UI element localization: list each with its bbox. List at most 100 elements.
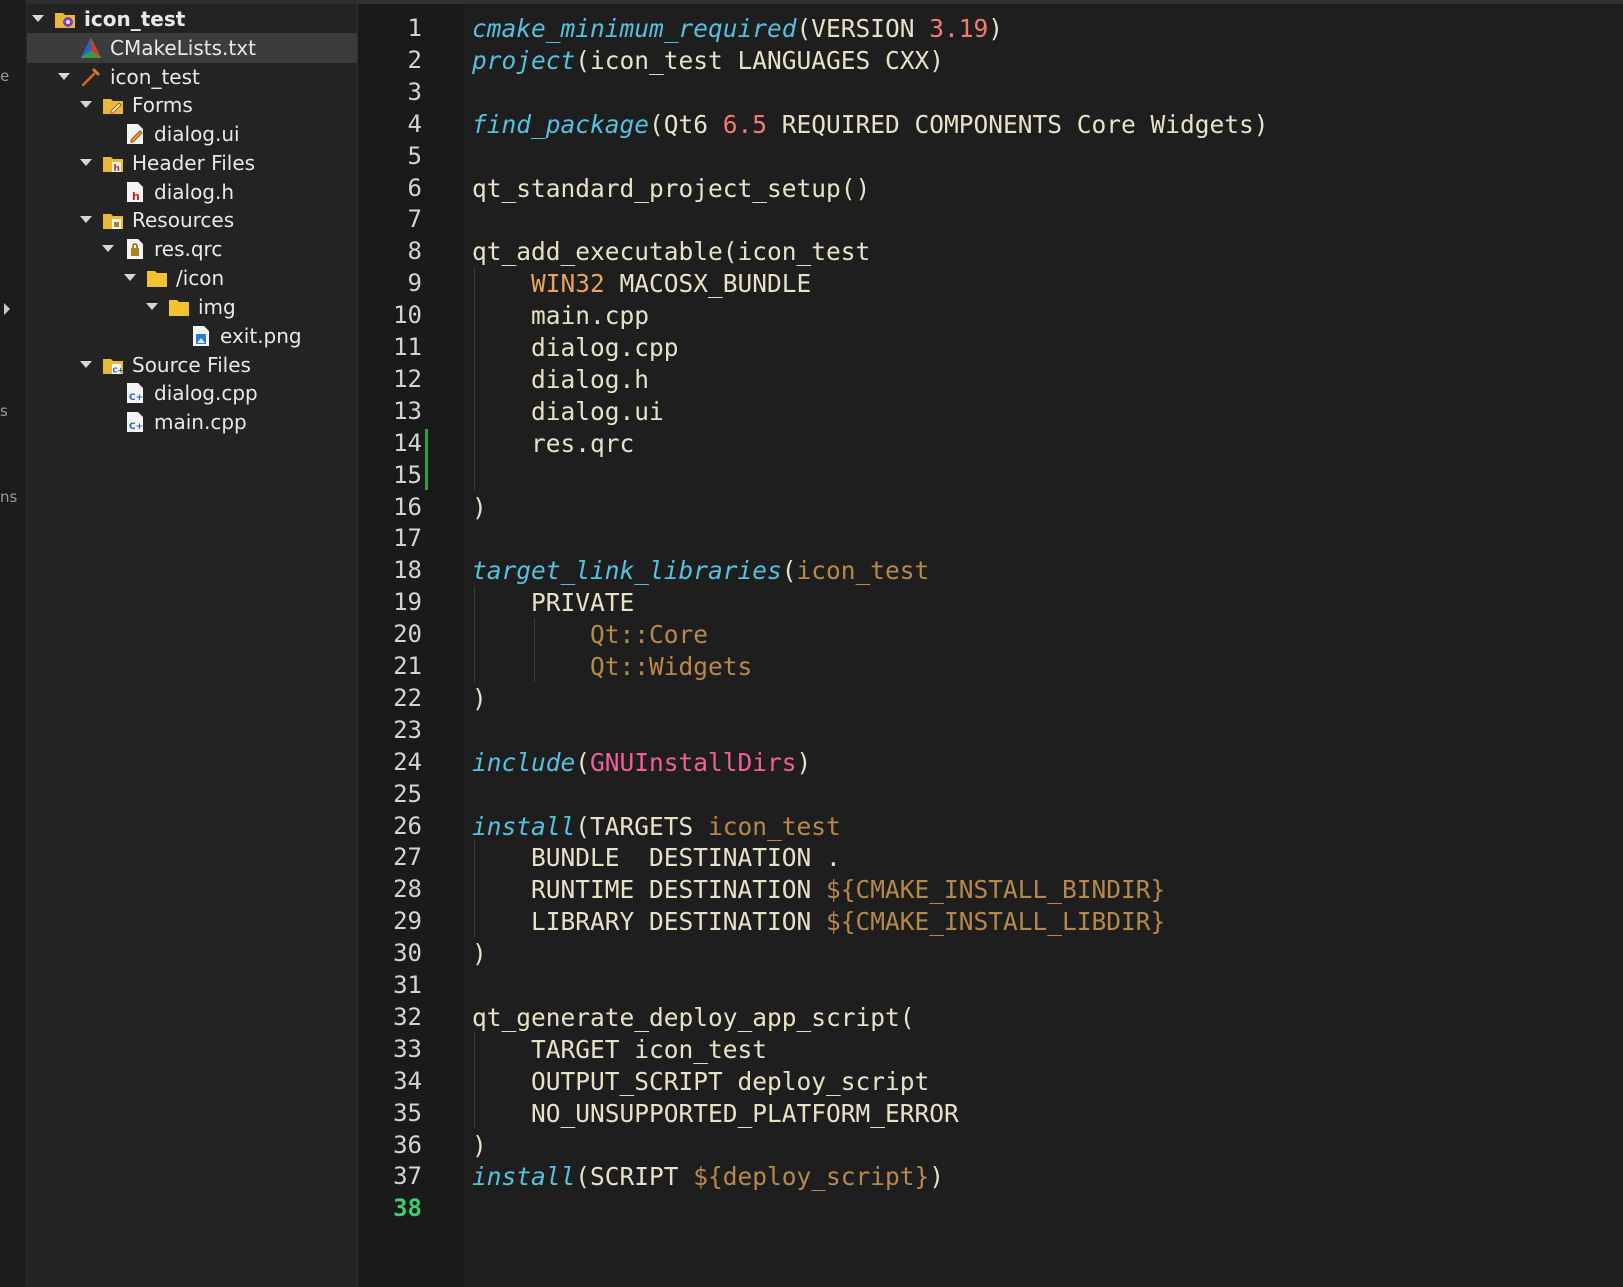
code-token: cmake_minimum_required — [472, 14, 797, 43]
code-line[interactable]: BUNDLE DESTINATION . — [472, 841, 841, 874]
expand-toggle-icon[interactable] — [80, 159, 92, 166]
tree-item-label: res.qrc — [154, 237, 223, 261]
code-line[interactable]: dialog.cpp — [472, 331, 679, 364]
code-line[interactable]: ) — [472, 491, 487, 524]
code-token: ) — [472, 939, 487, 969]
expand-toggle-icon[interactable] — [80, 101, 92, 108]
tree-item[interactable]: Forms — [27, 90, 357, 120]
code-line[interactable]: qt_standard_project_setup() — [472, 172, 870, 205]
code-token: PRIVATE — [472, 588, 635, 618]
line-number: 24 — [393, 747, 422, 776]
tree-item[interactable]: icon_test — [27, 62, 357, 92]
mode-label-fragment[interactable]: ns — [0, 488, 17, 506]
line-number: 38 — [393, 1194, 422, 1223]
code-line[interactable]: qt_generate_deploy_app_script( — [472, 1001, 915, 1034]
ui-file-icon — [124, 123, 146, 145]
line-number: 8 — [407, 237, 422, 266]
code-line[interactable]: project(icon_test LANGUAGES CXX) — [472, 44, 944, 77]
expand-toggle-icon[interactable] — [146, 303, 158, 310]
tree-item[interactable]: C+ main.cpp — [27, 407, 357, 437]
code-token: (SCRIPT — [575, 1162, 694, 1192]
code-token: LIBRARY DESTINATION — [472, 907, 827, 937]
code-line[interactable]: cmake_minimum_required(VERSION 3.19) — [472, 12, 1003, 45]
code-line[interactable]: NO_UNSUPPORTED_PLATFORM_ERROR — [472, 1097, 959, 1130]
expand-toggle-icon[interactable] — [80, 216, 92, 223]
code-token: res.qrc — [472, 428, 635, 458]
tree-item[interactable]: dialog.ui — [27, 119, 357, 149]
code-line[interactable]: target_link_libraries(icon_test — [472, 554, 929, 587]
tree-item[interactable]: /icon — [27, 263, 357, 293]
expand-toggle-icon[interactable] — [102, 245, 114, 252]
code-line[interactable]: ) — [472, 682, 487, 715]
code-line[interactable]: RUNTIME DESTINATION ${CMAKE_INSTALL_BIND… — [472, 873, 1165, 906]
tree-item[interactable]: CMakeLists.txt — [27, 33, 357, 63]
mode-label-fragment[interactable]: s — [0, 402, 8, 420]
tree-item[interactable]: C+ Source Files — [27, 350, 357, 380]
code-line[interactable]: WIN32 MACOSX_BUNDLE — [472, 267, 811, 300]
code-line[interactable]: LIBRARY DESTINATION ${CMAKE_INSTALL_LIBD… — [472, 905, 1165, 938]
header-folder-icon: h — [102, 152, 124, 174]
tree-item-label: dialog.ui — [154, 122, 240, 146]
code-line[interactable]: res.qrc — [472, 427, 634, 460]
tree-item-label: /icon — [176, 266, 225, 290]
tree-item-label: Resources — [132, 208, 235, 232]
mode-label-fragment[interactable]: e — [0, 67, 9, 85]
code-line[interactable]: include(GNUInstallDirs) — [472, 746, 811, 779]
code-token: 3.19 — [929, 14, 989, 43]
code-line[interactable]: Qt::Widgets — [472, 650, 752, 683]
expand-toggle-icon[interactable] — [124, 274, 136, 281]
code-token: qt_add_executable(icon_test — [472, 237, 871, 267]
code-line[interactable]: dialog.ui — [472, 395, 664, 428]
code-editor[interactable]: 1 2 3 4 5 6 7 8 9 10 11 12 13 14 15 16 17 18 19 20 21 22 23 24 2… — [358, 4, 1623, 1287]
tree-item[interactable]: img — [27, 292, 357, 322]
code-token: MACOSX_BUNDLE — [604, 269, 812, 299]
line-number: 21 — [393, 652, 422, 680]
code-line[interactable]: qt_add_executable(icon_test — [472, 235, 870, 268]
code-line[interactable]: dialog.h — [472, 363, 649, 396]
tree-item-label: Source Files — [132, 353, 251, 377]
expand-arrow-icon[interactable] — [4, 303, 10, 315]
tree-item[interactable]: Resources — [27, 205, 357, 235]
code-token: ${CMAKE_INSTALL_BINDIR} — [826, 875, 1166, 905]
code-token: project — [472, 45, 576, 75]
code-line[interactable]: find_package(Qt6 6.5 REQUIRED COMPONENTS… — [472, 108, 1269, 141]
code-line[interactable]: install(TARGETS icon_test — [472, 810, 841, 843]
tree-item[interactable]: h dialog.h — [27, 177, 357, 207]
code-token: (TARGETS — [575, 811, 709, 841]
code-token: OUTPUT_SCRIPT deploy_script — [472, 1066, 930, 1096]
code-line[interactable]: install(SCRIPT ${deploy_script}) — [472, 1160, 944, 1193]
code-line[interactable]: TARGET icon_test — [472, 1033, 767, 1066]
code-line[interactable]: Qt::Core — [472, 618, 708, 651]
line-number: 17 — [393, 524, 422, 553]
code-line[interactable]: PRIVATE — [472, 586, 634, 619]
tree-item[interactable]: res.qrc — [27, 234, 357, 264]
tree-item[interactable]: exit.png — [27, 321, 357, 351]
tree-item[interactable]: C+ dialog.cpp — [27, 378, 357, 408]
tree-item-label: Header Files — [132, 151, 256, 175]
line-number: 35 — [393, 1098, 422, 1127]
code-token: dialog.ui — [472, 396, 664, 426]
code-line[interactable]: main.cpp — [472, 299, 649, 332]
code-line[interactable]: ) — [472, 1129, 487, 1162]
expand-toggle-icon[interactable] — [58, 73, 70, 80]
line-number: 23 — [393, 715, 422, 744]
line-number: 7 — [407, 205, 422, 234]
expand-toggle-icon[interactable] — [32, 15, 44, 22]
cmake-project-icon — [54, 8, 76, 30]
indent-guide — [474, 841, 475, 938]
expand-toggle-icon[interactable] — [80, 361, 92, 368]
line-number: 2 — [407, 45, 422, 74]
code-token: ${CMAKE_INSTALL_LIBDIR} — [826, 907, 1166, 937]
line-number: 25 — [393, 779, 422, 808]
line-number: 34 — [393, 1066, 422, 1095]
code-token: (Qt6 — [649, 109, 723, 139]
code-line[interactable]: OUTPUT_SCRIPT deploy_script — [472, 1065, 929, 1098]
code-token: ) — [929, 1162, 945, 1192]
tree-item[interactable]: icon_test — [27, 4, 357, 34]
tree-item[interactable]: h Header Files — [27, 148, 357, 178]
line-number-gutter: 1 2 3 4 5 6 7 8 9 10 11 12 13 14 15 16 17 18 19 20 21 22 23 24 2… — [358, 4, 464, 1287]
indent-guide — [474, 1032, 475, 1129]
code-line[interactable]: ) — [472, 937, 487, 970]
indent-guide — [534, 618, 535, 682]
